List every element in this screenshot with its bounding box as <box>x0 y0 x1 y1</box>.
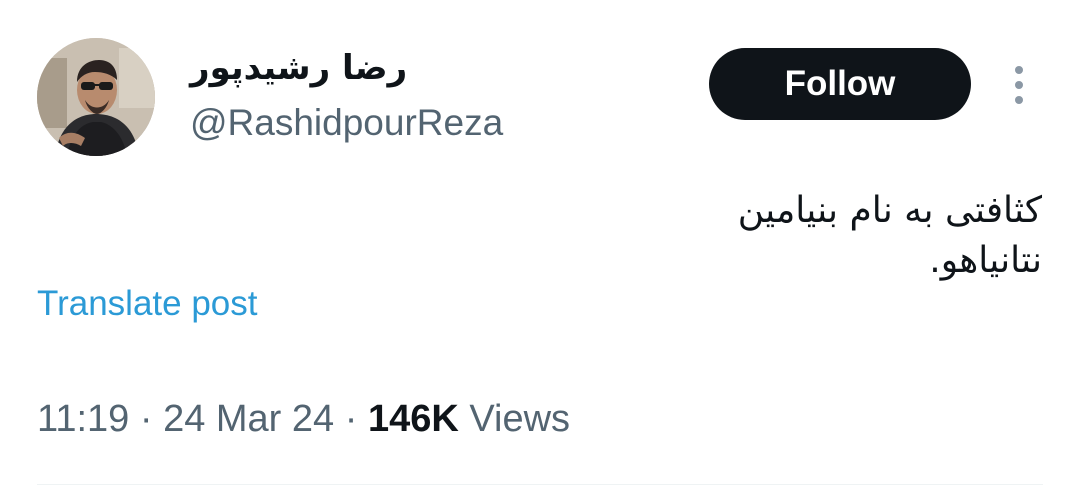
follow-button[interactable]: Follow <box>709 48 971 120</box>
views-label: Views <box>458 398 571 440</box>
divider <box>37 484 1043 485</box>
tweet-text: کثافتی به نام بنیامین نتانیاهو. <box>342 186 1042 286</box>
more-dot <box>1015 66 1023 74</box>
tweet-text-line: نتانیاهو. <box>929 240 1042 281</box>
tweet-time[interactable]: 11:19 <box>37 398 129 440</box>
meta-separator: · <box>129 398 164 440</box>
views-count: 146K <box>367 398 459 440</box>
tweet-meta: 11:19 · 24 Mar 24 · 146K Views <box>37 398 570 441</box>
more-dot <box>1015 96 1023 104</box>
translate-post-link[interactable]: Translate post <box>37 284 257 324</box>
author-handle[interactable]: @RashidpourReza <box>190 102 503 144</box>
more-vertical-icon[interactable] <box>1004 62 1034 108</box>
meta-separator: · <box>334 398 368 440</box>
author-display-name[interactable]: رضا رشیدپور <box>190 48 407 88</box>
more-dot <box>1015 81 1023 89</box>
avatar-image <box>37 38 155 156</box>
tweet-date[interactable]: 24 Mar 24 <box>163 398 334 440</box>
tweet-text-line: کثافتی به نام بنیامین <box>737 190 1042 231</box>
tweet: رضا رشیدپور @RashidpourReza Follow کثافت… <box>0 0 1080 487</box>
avatar[interactable] <box>37 38 155 156</box>
